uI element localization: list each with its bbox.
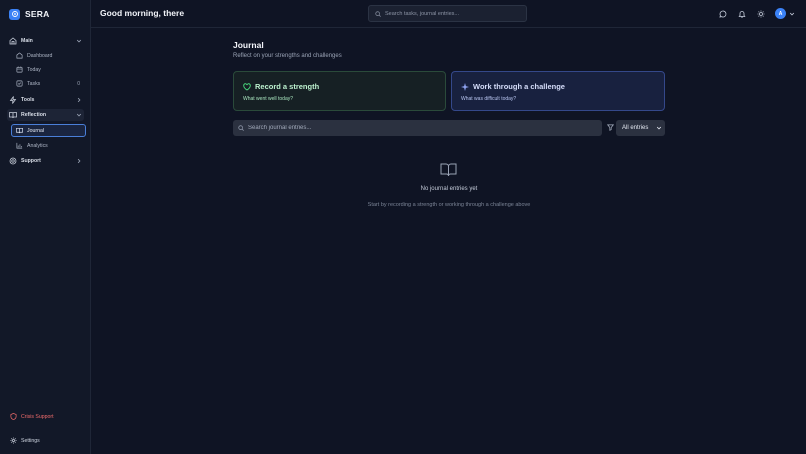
sparkle-icon (461, 82, 469, 91)
chat-icon[interactable] (719, 10, 727, 18)
sidebar-item-label: Today (27, 66, 41, 73)
tasks-count-badge: 0 (77, 80, 80, 87)
work-challenge-card[interactable]: Work through a challenge What was diffic… (451, 71, 665, 111)
sidebar-group-support[interactable]: Support (7, 155, 84, 166)
bell-icon[interactable] (738, 10, 746, 18)
calendar-icon (15, 66, 23, 74)
record-strength-card[interactable]: Record a strength What went well today? (233, 71, 446, 111)
sidebar-group-label: Reflection (21, 112, 47, 118)
check-square-icon (15, 80, 23, 88)
app-logo-icon (9, 8, 20, 20)
entries-filter-value: All entries (622, 125, 649, 131)
top-header: Good morning, there A (91, 0, 806, 28)
book-icon (9, 111, 17, 119)
sidebar-group-main[interactable]: Main (7, 35, 84, 46)
challenge-card-title: Work through a challenge (473, 82, 565, 91)
app-name: SERA (25, 9, 50, 19)
book-open-icon (15, 127, 23, 135)
sidebar-item-journal[interactable]: Journal (11, 124, 86, 137)
sidebar-group-tools[interactable]: Tools (7, 94, 84, 105)
global-search[interactable] (368, 5, 527, 22)
chevron-down-icon (656, 125, 662, 131)
sidebar-item-analytics[interactable]: Analytics (13, 140, 83, 151)
settings-label: Settings (21, 437, 40, 444)
page-subtitle: Reflect on your strengths and challenges (233, 53, 342, 59)
sidebar-item-tasks[interactable]: Tasks 0 (13, 78, 83, 89)
sidebar-group-label: Main (21, 37, 33, 44)
bar-chart-icon (15, 142, 23, 150)
filter-icon (607, 124, 614, 131)
journal-search-input[interactable] (248, 125, 602, 131)
strength-card-title: Record a strength (255, 82, 320, 91)
chevron-right-icon (76, 97, 82, 103)
strength-card-subtitle: What went well today? (243, 96, 294, 102)
sidebar-item-label: Tasks (27, 80, 41, 87)
sidebar-item-label: Journal (27, 127, 45, 134)
home-icon (15, 52, 23, 60)
search-icon (375, 10, 381, 17)
sidebar-group-label: Support (21, 157, 41, 164)
book-open-icon (440, 162, 457, 177)
sidebar-group-label: Tools (21, 96, 35, 103)
crisis-support-label: Crisis Support (21, 413, 54, 420)
chevron-down-icon (76, 112, 82, 118)
greeting-title: Good morning, there (100, 8, 185, 18)
shield-icon (9, 413, 17, 421)
sidebar-item-label: Analytics (27, 142, 48, 149)
home-icon (9, 37, 17, 45)
user-avatar[interactable]: A (775, 8, 786, 19)
brand[interactable]: SERA (9, 8, 49, 20)
crisis-support-link[interactable]: Crisis Support (7, 411, 84, 422)
gear-icon (9, 437, 17, 445)
empty-state-subtitle: Start by recording a strength or working… (367, 202, 531, 208)
empty-state-title: No journal entries yet (420, 186, 478, 192)
settings-link[interactable]: Settings (7, 435, 84, 446)
heart-icon (243, 82, 251, 91)
chevron-right-icon (76, 158, 82, 164)
global-search-input[interactable] (385, 10, 526, 17)
chevron-down-icon (76, 38, 82, 44)
chevron-down-icon[interactable] (789, 11, 795, 17)
search-icon (238, 125, 244, 131)
page-title: Journal (233, 40, 264, 50)
life-buoy-icon (9, 157, 17, 165)
sidebar-group-reflection[interactable]: Reflection (7, 109, 84, 121)
entries-filter-select[interactable]: All entries (616, 120, 665, 136)
journal-search[interactable] (233, 120, 602, 136)
sidebar-item-dashboard[interactable]: Dashboard (13, 50, 83, 61)
challenge-card-subtitle: What was difficult today? (461, 96, 517, 102)
zap-icon (9, 95, 17, 104)
sidebar-item-today[interactable]: Today (13, 64, 83, 75)
sidebar: SERA Main Dashboard Today Tasks 0 Tools … (0, 0, 91, 454)
sidebar-item-label: Dashboard (27, 52, 53, 59)
sun-icon[interactable] (757, 10, 765, 18)
